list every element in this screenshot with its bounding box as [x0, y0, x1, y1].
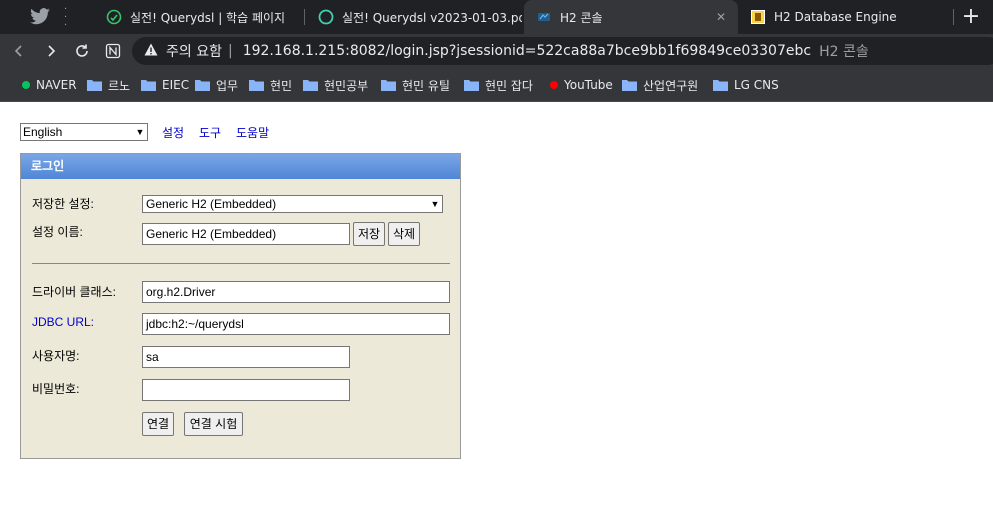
- address-divider: |: [227, 43, 233, 59]
- saved-settings-select[interactable]: Generic H2 (Embedded) ▼: [142, 195, 443, 213]
- folder-icon: [622, 79, 637, 91]
- bookmark-folder-hyunmin-util[interactable]: 현민 유틸: [381, 77, 450, 93]
- h2-console-icon: [536, 9, 552, 25]
- warning-icon[interactable]: [144, 43, 158, 60]
- bookmark-label: 업무: [216, 78, 239, 93]
- connect-button[interactable]: 연결: [142, 412, 174, 436]
- setting-name-label: 설정 이름:: [32, 225, 83, 239]
- jdbc-url-help-link[interactable]: JDBC URL:: [32, 315, 94, 329]
- settings-link[interactable]: 설정: [162, 124, 184, 141]
- tab-scroll-dots: · · ·: [64, 4, 68, 31]
- bookmark-naver[interactable]: NAVER: [22, 77, 77, 93]
- browser-tab-bar: · · · 실전! Querydsl | 학습 페이지 실전! Querydsl v…: [0, 0, 993, 34]
- chevron-down-icon: ▼: [430, 199, 440, 209]
- bookmark-folder-lgcns[interactable]: LG CNS: [713, 77, 779, 93]
- bookmark-folder-hyunmin[interactable]: 현민: [249, 77, 292, 93]
- driver-class-input[interactable]: org.h2.Driver: [142, 281, 450, 303]
- tab-h2-console[interactable]: H2 콘솔 ✕: [524, 0, 738, 34]
- tools-link[interactable]: 도구: [199, 124, 221, 141]
- bookmarks-bar: NAVER 르노 EIEC 업무 현민 현민공부 현민 유틸 현민 잡다 You…: [0, 68, 993, 102]
- driver-class-label: 드라이버 클래스:: [32, 285, 116, 299]
- youtube-icon: [550, 81, 558, 89]
- bookmark-label: LG CNS: [734, 78, 779, 92]
- folder-icon: [303, 79, 318, 91]
- saved-settings-label: 저장한 설정:: [32, 197, 94, 211]
- tab-label: H2 콘솔: [560, 10, 603, 25]
- bookmark-folder-kiet[interactable]: 산업연구원: [622, 77, 698, 93]
- pdf-viewer-icon: [318, 9, 334, 25]
- password-label: 비밀번호:: [32, 382, 80, 396]
- naver-icon: [22, 81, 30, 89]
- bookmark-folder-renault[interactable]: 르노: [87, 77, 130, 93]
- folder-icon: [195, 79, 210, 91]
- notion-extension-icon[interactable]: [102, 40, 124, 62]
- bookmark-folder-hyunmin-study[interactable]: 현민공부: [303, 77, 368, 93]
- chevron-down-icon: ▼: [135, 127, 145, 137]
- login-panel-title: 로그인: [21, 154, 460, 179]
- password-input[interactable]: [142, 379, 350, 401]
- close-tab-icon[interactable]: ✕: [714, 10, 728, 24]
- twitter-icon[interactable]: [26, 4, 54, 30]
- address-bar[interactable]: 주의 요함 | 192.168.1.215:8082/login.jsp?jse…: [132, 37, 993, 65]
- tab-querydsl-pdf[interactable]: 실전! Querydsl v2023-01-03.pdf: [306, 0, 522, 34]
- h2-engine-icon: [750, 9, 766, 25]
- bookmark-label: NAVER: [36, 78, 77, 92]
- section-divider: [32, 263, 450, 264]
- back-icon[interactable]: [8, 40, 30, 62]
- folder-icon: [713, 79, 728, 91]
- bookmark-folder-work[interactable]: 업무: [195, 77, 238, 93]
- bookmark-label: YouTube: [564, 78, 613, 92]
- url-text[interactable]: 192.168.1.215:8082/login.jsp?jsessionid=…: [243, 43, 811, 59]
- jdbc-url-input[interactable]: jdbc:h2:~/querydsl: [142, 313, 450, 335]
- tab-separator: [304, 9, 305, 25]
- security-status-label[interactable]: 주의 요함: [166, 41, 222, 61]
- help-link[interactable]: 도움말: [236, 124, 269, 141]
- tab-label: 실전! Querydsl | 학습 페이지: [130, 10, 286, 25]
- tab-h2-database-engine[interactable]: H2 Database Engine: [740, 0, 952, 34]
- folder-icon: [141, 79, 156, 91]
- tab-separator: [953, 9, 954, 25]
- save-button[interactable]: 저장: [353, 222, 385, 246]
- username-label: 사용자명:: [32, 349, 80, 363]
- bookmark-folder-eiec[interactable]: EIEC: [141, 77, 189, 93]
- setting-name-input[interactable]: Generic H2 (Embedded): [142, 223, 350, 245]
- language-select[interactable]: English ▼: [20, 123, 148, 141]
- test-connection-button[interactable]: 연결 시험: [184, 412, 243, 436]
- reload-icon[interactable]: [71, 40, 93, 62]
- browser-toolbar: 주의 요함 | 192.168.1.215:8082/login.jsp?jse…: [0, 34, 993, 68]
- folder-icon: [381, 79, 396, 91]
- tab-label: H2 Database Engine: [774, 10, 897, 24]
- delete-button[interactable]: 삭제: [388, 222, 420, 246]
- bookmark-label: 현민: [270, 78, 293, 93]
- bookmark-label: EIEC: [162, 78, 190, 92]
- bookmark-folder-hyunmin-misc[interactable]: 현민 잡다: [464, 77, 533, 93]
- tab-querydsl-learning[interactable]: 실전! Querydsl | 학습 페이지: [96, 0, 304, 34]
- h2-console-page: English ▼ 설정 도구 도움말 로그인 저장한 설정: Generic …: [0, 103, 993, 507]
- page-title-suffix: H2 콘솔: [819, 44, 869, 60]
- bookmark-label: 르노: [108, 78, 131, 93]
- folder-icon: [464, 79, 479, 91]
- folder-icon: [249, 79, 264, 91]
- bookmark-label: 현민공부: [324, 78, 369, 93]
- tab-label: 실전! Querydsl v2023-01-03.pdf: [342, 10, 522, 25]
- language-selected: English: [23, 125, 63, 139]
- bookmark-label: 현민 유틸: [402, 78, 450, 93]
- folder-icon: [87, 79, 102, 91]
- login-panel: 로그인 저장한 설정: Generic H2 (Embedded) ▼ 설정 이…: [20, 153, 461, 459]
- bookmark-label: 산업연구원: [643, 78, 699, 93]
- inflearn-icon: [106, 9, 122, 25]
- bookmark-youtube[interactable]: YouTube: [550, 77, 613, 93]
- new-tab-icon[interactable]: +: [958, 4, 984, 30]
- saved-settings-value: Generic H2 (Embedded): [146, 197, 277, 211]
- username-input[interactable]: sa: [142, 346, 350, 368]
- bookmark-label: 현민 잡다: [485, 78, 533, 93]
- forward-icon[interactable]: [40, 40, 62, 62]
